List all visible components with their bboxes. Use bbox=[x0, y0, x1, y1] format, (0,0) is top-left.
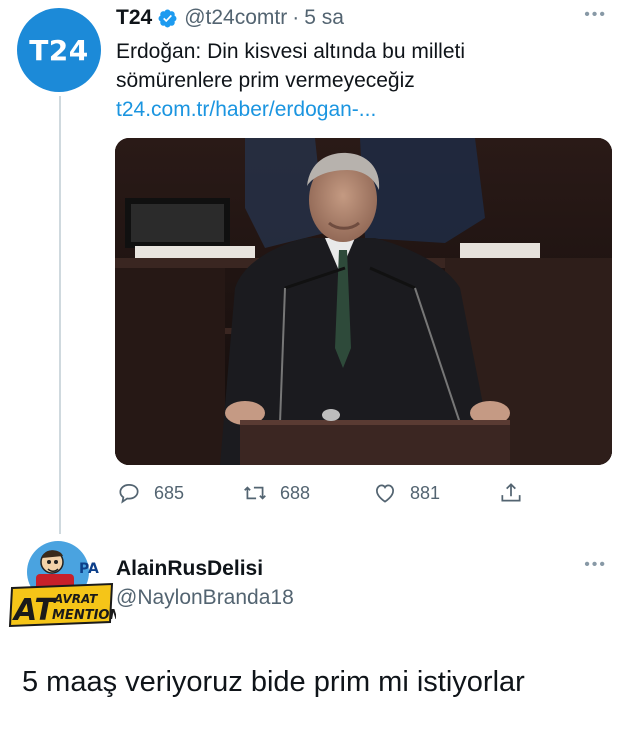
tweet-actions: 685 688 881 bbox=[116, 478, 536, 508]
author-name[interactable]: T24 bbox=[116, 6, 152, 30]
tweet-text: Erdoğan: Din kisvesi altında bu milleti … bbox=[116, 37, 616, 124]
reply-author-handle[interactable]: @NaylonBranda18 bbox=[116, 586, 294, 610]
share-button[interactable] bbox=[498, 478, 524, 508]
reply-count: 685 bbox=[154, 482, 185, 503]
like-count: 881 bbox=[410, 482, 441, 503]
tweet-text-line: Erdoğan: Din kisvesi altında bu milleti bbox=[116, 40, 466, 63]
avatar[interactable]: T24 bbox=[17, 8, 101, 92]
tweet-media-image[interactable] bbox=[115, 138, 612, 465]
reply-button[interactable]: 685 bbox=[116, 478, 184, 508]
reply-icon bbox=[119, 484, 139, 504]
avatar-badge-main: AT bbox=[12, 593, 57, 628]
retweet-count: 688 bbox=[280, 482, 311, 503]
tweet-link[interactable]: t24.com.tr/haber/erdogan-... bbox=[116, 95, 616, 124]
thread-line bbox=[59, 96, 61, 534]
more-options-icon[interactable]: ••• bbox=[584, 556, 607, 574]
more-options-icon[interactable]: ••• bbox=[584, 6, 607, 24]
separator-dot: · bbox=[292, 6, 300, 29]
verified-badge-icon bbox=[158, 9, 177, 27]
avatar-badge-top: PA bbox=[79, 561, 99, 577]
heart-icon bbox=[376, 484, 394, 503]
author-handle[interactable]: @t24comtr bbox=[184, 6, 287, 30]
like-button[interactable]: 881 bbox=[372, 478, 440, 508]
timestamp[interactable]: 5 sa bbox=[304, 6, 344, 30]
avatar-badge-line2: MENTION bbox=[52, 608, 116, 623]
reply-text: 5 maaş veriyoruz bide prim mi istiyorlar bbox=[22, 666, 525, 698]
retweet-icon bbox=[244, 486, 266, 500]
retweet-button[interactable]: 688 bbox=[242, 478, 310, 508]
tweet-text-line: sömürenlere prim vermeyeceğiz bbox=[116, 69, 415, 92]
reply-author-name[interactable]: AlainRusDelisi bbox=[116, 557, 263, 581]
podium-photo bbox=[115, 138, 612, 465]
share-icon bbox=[501, 483, 521, 502]
avatar-badge-line1: AVRAT bbox=[53, 592, 98, 606]
avatar[interactable]: PA AT AVRAT MENTION bbox=[6, 540, 116, 630]
tweet-header: T24 @t24comtr · 5 sa bbox=[116, 6, 344, 30]
